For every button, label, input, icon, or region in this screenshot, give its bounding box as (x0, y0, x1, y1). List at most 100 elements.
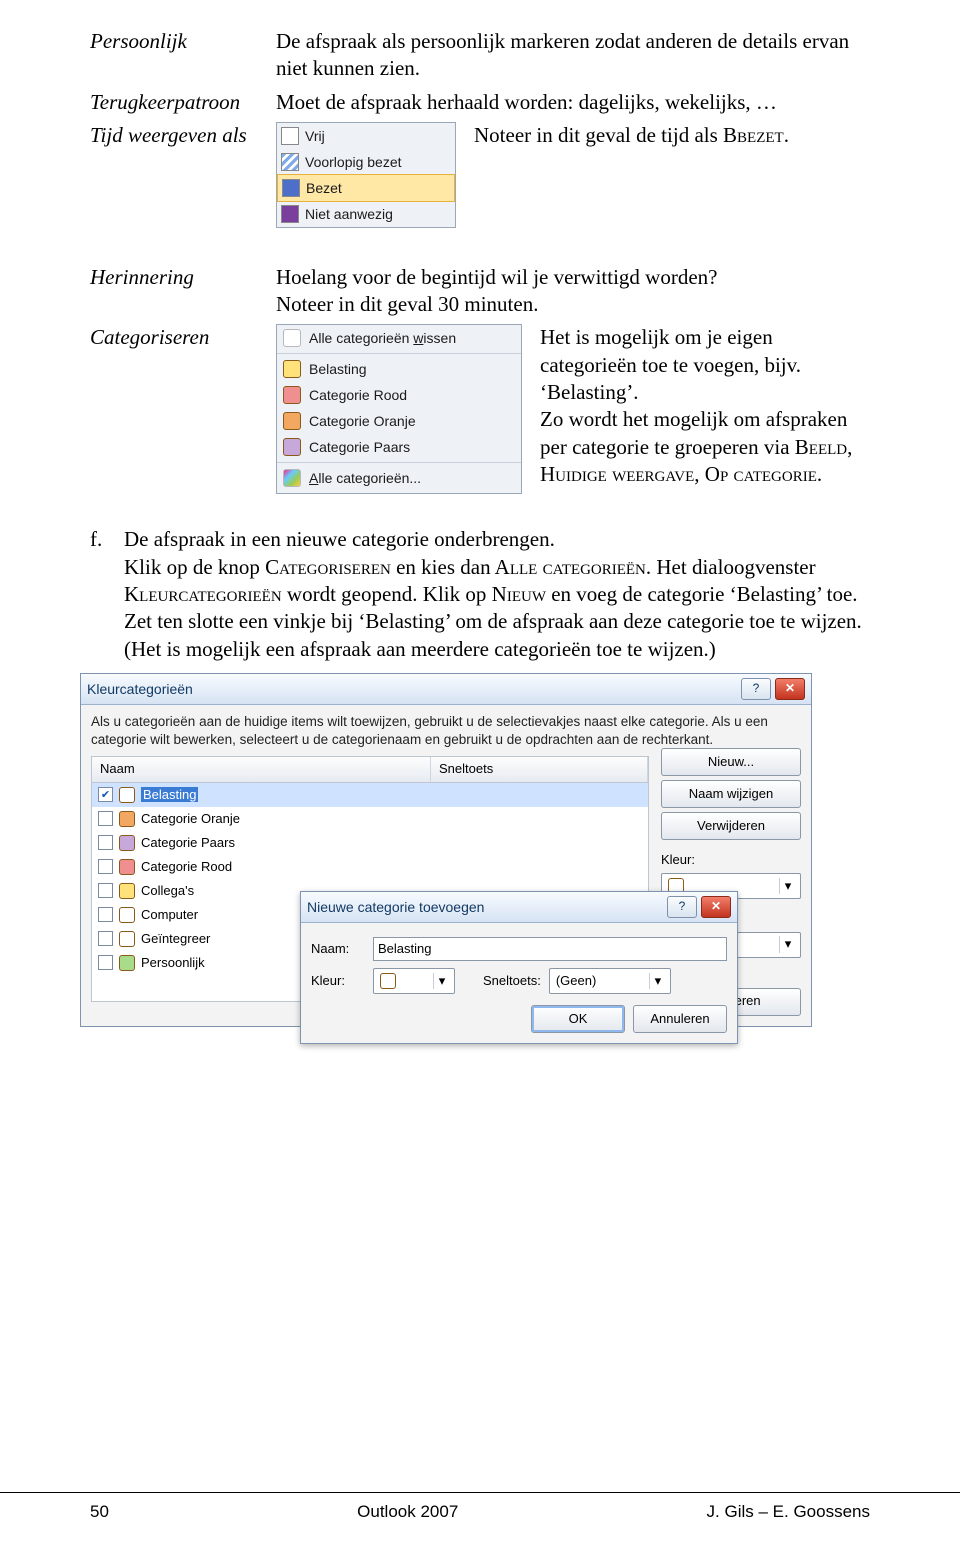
status-dropdown[interactable]: Vrij Voorlopig bezet Bezet Niet aanwezig (276, 122, 456, 228)
status-option-label: Voorlopig bezet (305, 153, 402, 171)
help-button[interactable]: ? (741, 678, 771, 700)
status-option-free[interactable]: Vrij (277, 123, 455, 149)
help-icon: ? (679, 899, 686, 915)
checkbox[interactable] (98, 883, 113, 898)
category-color-icon (283, 360, 301, 378)
list-item[interactable]: Belasting (92, 783, 648, 807)
categories-clear-all[interactable]: Alle categorieën wissen (277, 325, 521, 351)
clear-categories-icon (283, 329, 301, 347)
col-shortcut[interactable]: Sneltoets (431, 757, 648, 782)
label-categoriseren: Categoriseren (90, 324, 276, 351)
list-item-label: Categorie Oranje (141, 811, 642, 828)
list-item[interactable]: Categorie Rood (92, 855, 648, 879)
categories-dropdown[interactable]: Alle categorieën wissen Belasting Catego… (276, 324, 522, 494)
category-color-icon (119, 955, 135, 971)
list-item-label: Belasting (141, 787, 642, 804)
page-number: 50 (90, 1501, 109, 1523)
chevron-down-icon: ▾ (779, 878, 796, 895)
checkbox[interactable] (98, 955, 113, 970)
menu-separator (277, 462, 521, 463)
all-categories-icon (283, 469, 301, 487)
category-color-icon (119, 907, 135, 923)
cancel-button[interactable]: Annuleren (633, 1005, 727, 1033)
rename-button[interactable]: Naam wijzigen (661, 780, 801, 808)
category-option-label: Belasting (309, 360, 367, 378)
nested-dialog-titlebar[interactable]: Nieuwe categorie toevoegen ? ✕ (301, 892, 737, 923)
category-option[interactable]: Categorie Oranje (277, 408, 521, 434)
category-color-icon (119, 811, 135, 827)
text-persoonlijk: De afspraak als persoonlijk markeren zod… (276, 28, 870, 83)
category-color-icon (119, 787, 135, 803)
dialog-title: Kleurcategorieën (87, 680, 737, 698)
shortcut-dropdown[interactable]: (Geen) ▾ (549, 968, 671, 994)
list-marker-f: f. (90, 526, 124, 553)
category-color-icon (119, 835, 135, 851)
label-herinnering: Herinnering (90, 264, 276, 291)
categories-all[interactable]: Alle categorieën... (277, 465, 521, 491)
category-option-label: Categorie Oranje (309, 412, 416, 430)
category-color-icon (283, 386, 301, 404)
checkbox[interactable] (98, 859, 113, 874)
color-label: Kleur: (661, 852, 801, 869)
category-option[interactable]: Categorie Rood (277, 382, 521, 408)
text-tijd-right: Noteer in dit geval de tijd als Bbezet. (474, 122, 870, 149)
color-swatch-icon (380, 973, 396, 989)
checkbox[interactable] (98, 907, 113, 922)
category-option[interactable]: Belasting (277, 356, 521, 382)
close-button[interactable]: ✕ (701, 896, 731, 918)
name-input[interactable]: Belasting (373, 937, 727, 961)
color-label: Kleur: (311, 973, 365, 990)
status-swatch-oof (281, 205, 299, 223)
delete-button[interactable]: Verwijderen (661, 812, 801, 840)
list-item-label: Categorie Rood (141, 859, 642, 876)
category-option[interactable]: Categorie Paars (277, 434, 521, 460)
text-categoriseren: Het is mogelijk om je eigen categorieën … (540, 324, 870, 488)
color-dropdown[interactable]: ▾ (373, 968, 455, 994)
close-icon: ✕ (785, 681, 795, 697)
list-header: Naam Sneltoets (91, 756, 649, 782)
shortcut-value: (Geen) (556, 973, 596, 990)
status-option-oof[interactable]: Niet aanwezig (277, 201, 455, 227)
text-herinnering: Hoelang voor de begintijd wil je verwitt… (276, 264, 870, 319)
checkbox[interactable] (98, 931, 113, 946)
help-icon: ? (753, 681, 760, 697)
chevron-down-icon: ▾ (779, 936, 796, 953)
shortcut-label: Sneltoets: (483, 973, 541, 990)
menu-separator (277, 353, 521, 354)
status-option-label: Vrij (305, 127, 325, 145)
status-option-label: Bezet (306, 179, 342, 197)
help-button[interactable]: ? (667, 896, 697, 918)
status-swatch-tentative (281, 153, 299, 171)
name-label: Naam: (311, 941, 365, 958)
checkbox[interactable] (98, 811, 113, 826)
nested-dialog-title: Nieuwe categorie toevoegen (307, 898, 663, 916)
paragraph-f-text: De afspraak in een nieuwe categorie onde… (124, 526, 870, 662)
col-name[interactable]: Naam (92, 757, 431, 782)
checkbox[interactable] (98, 835, 113, 850)
category-option-label: Categorie Rood (309, 386, 407, 404)
ok-button[interactable]: OK (531, 1005, 625, 1033)
status-option-tentative[interactable]: Voorlopig bezet (277, 149, 455, 175)
chevron-down-icon: ▾ (433, 973, 450, 990)
status-option-label: Niet aanwezig (305, 205, 393, 223)
category-color-icon (119, 859, 135, 875)
dialog-titlebar[interactable]: Kleurcategorieën ? ✕ (81, 674, 811, 705)
text-terugkeerpatroon: Moet de afspraak herhaald worden: dageli… (276, 89, 870, 116)
status-option-busy[interactable]: Bezet (277, 174, 455, 202)
label-tijd-weergeven-als: Tijd weergeven als (90, 122, 276, 149)
category-color-icon (283, 438, 301, 456)
category-color-icon (283, 412, 301, 430)
list-item[interactable]: Categorie Paars (92, 831, 648, 855)
list-item-label: Categorie Paars (141, 835, 642, 852)
new-category-dialog: Nieuwe categorie toevoegen ? ✕ Naam: Bel… (300, 891, 738, 1044)
dialog-intro-text: Als u categorieën aan de huidige items w… (91, 713, 801, 748)
close-icon: ✕ (711, 899, 721, 915)
checkbox[interactable] (98, 787, 113, 802)
new-button[interactable]: Nieuw... (661, 748, 801, 776)
close-button[interactable]: ✕ (775, 678, 805, 700)
label-terugkeerpatroon: Terugkeerpatroon (90, 89, 276, 116)
status-swatch-busy (282, 179, 300, 197)
footer-center: Outlook 2007 (357, 1501, 458, 1523)
chevron-down-icon: ▾ (649, 973, 666, 990)
list-item[interactable]: Categorie Oranje (92, 807, 648, 831)
